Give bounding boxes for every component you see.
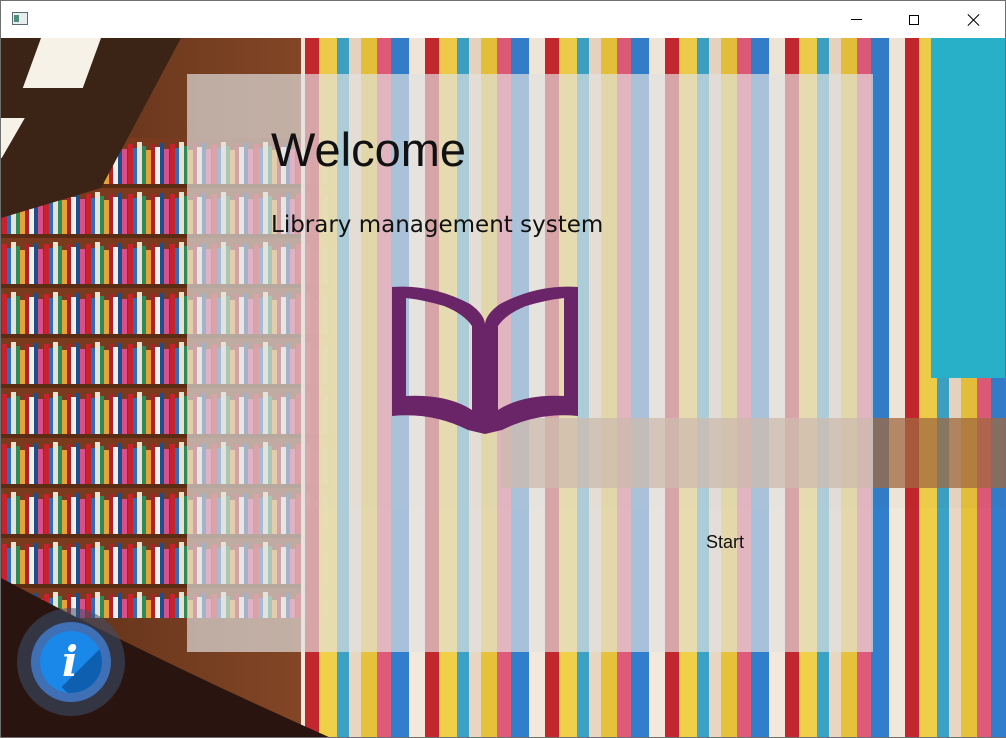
title-bar <box>1 1 1005 38</box>
close-icon <box>968 14 980 26</box>
maximize-button[interactable] <box>891 1 937 38</box>
maximize-icon <box>909 14 919 25</box>
close-button[interactable] <box>951 1 997 38</box>
page-title: Welcome <box>271 123 467 176</box>
app-window-icon <box>12 12 28 25</box>
start-button[interactable]: Start <box>673 524 777 560</box>
minimize-icon <box>850 19 862 20</box>
page-subtitle: Library management system <box>271 212 604 238</box>
info-button[interactable]: i <box>17 608 125 716</box>
info-glyph: i <box>62 637 78 686</box>
app-window: Welcome Library management system Start … <box>0 0 1006 738</box>
welcome-panel: Welcome Library management system Start <box>187 74 873 652</box>
main-content: Welcome Library management system Start … <box>1 38 1005 737</box>
info-ring: i <box>31 622 111 702</box>
info-icon: i <box>40 631 102 693</box>
minimize-button[interactable] <box>833 1 879 38</box>
open-book-icon <box>392 286 578 434</box>
